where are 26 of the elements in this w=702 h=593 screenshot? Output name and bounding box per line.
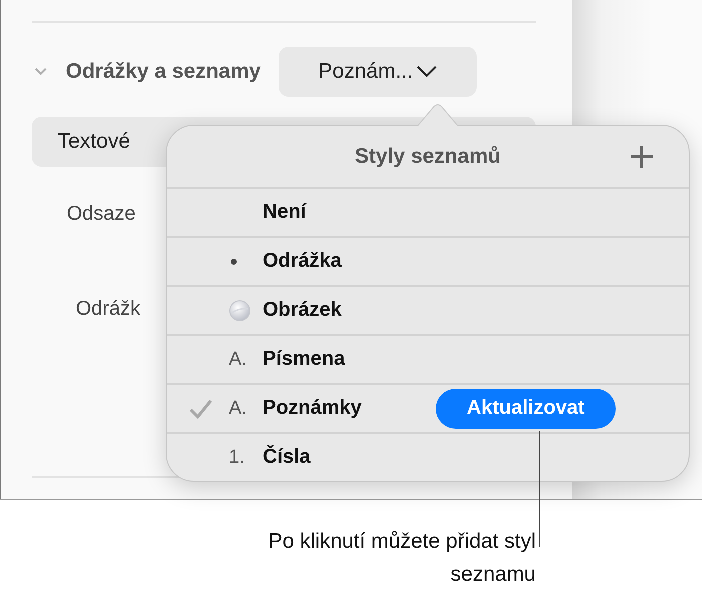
image-bullet-icon xyxy=(229,300,251,322)
list-marker: A. xyxy=(229,398,247,420)
list-style-label: Odrážka xyxy=(263,250,342,273)
list-style-item[interactable]: Odrážka xyxy=(167,238,689,287)
list-style-item[interactable]: 1. Čísla xyxy=(167,434,689,481)
add-icon[interactable] xyxy=(629,144,655,170)
list-marker: A. xyxy=(229,348,247,370)
setting-label: Odsaze xyxy=(67,203,136,226)
list-style-label: Obrázek xyxy=(263,299,342,322)
setting-label: Odrážk xyxy=(76,298,140,321)
list-style-label: Čísla xyxy=(263,446,311,469)
list-style-item[interactable]: Není xyxy=(167,189,689,238)
bullet-icon xyxy=(231,258,237,264)
caret-icon xyxy=(417,66,438,78)
list-style-item[interactable]: A. Písmena xyxy=(167,336,689,385)
list-style-label: Poznámky xyxy=(263,397,362,420)
list-style-item[interactable]: A. Poznámky Aktualizovat xyxy=(167,385,689,434)
list-style-label: Písmena xyxy=(263,348,346,371)
list-style-label: Není xyxy=(263,201,306,224)
popover-title: Styly seznamů xyxy=(355,144,501,168)
update-button[interactable]: Aktualizovat xyxy=(436,388,616,428)
callout-text: Po kliknutí můžete přidat styl seznamu xyxy=(268,529,536,588)
list-style-item[interactable]: Obrázek xyxy=(167,287,689,336)
section-title: Odrážky a seznamy xyxy=(66,60,261,84)
list-marker: 1. xyxy=(229,446,245,468)
list-style-popup[interactable]: Poznám... xyxy=(278,47,477,97)
